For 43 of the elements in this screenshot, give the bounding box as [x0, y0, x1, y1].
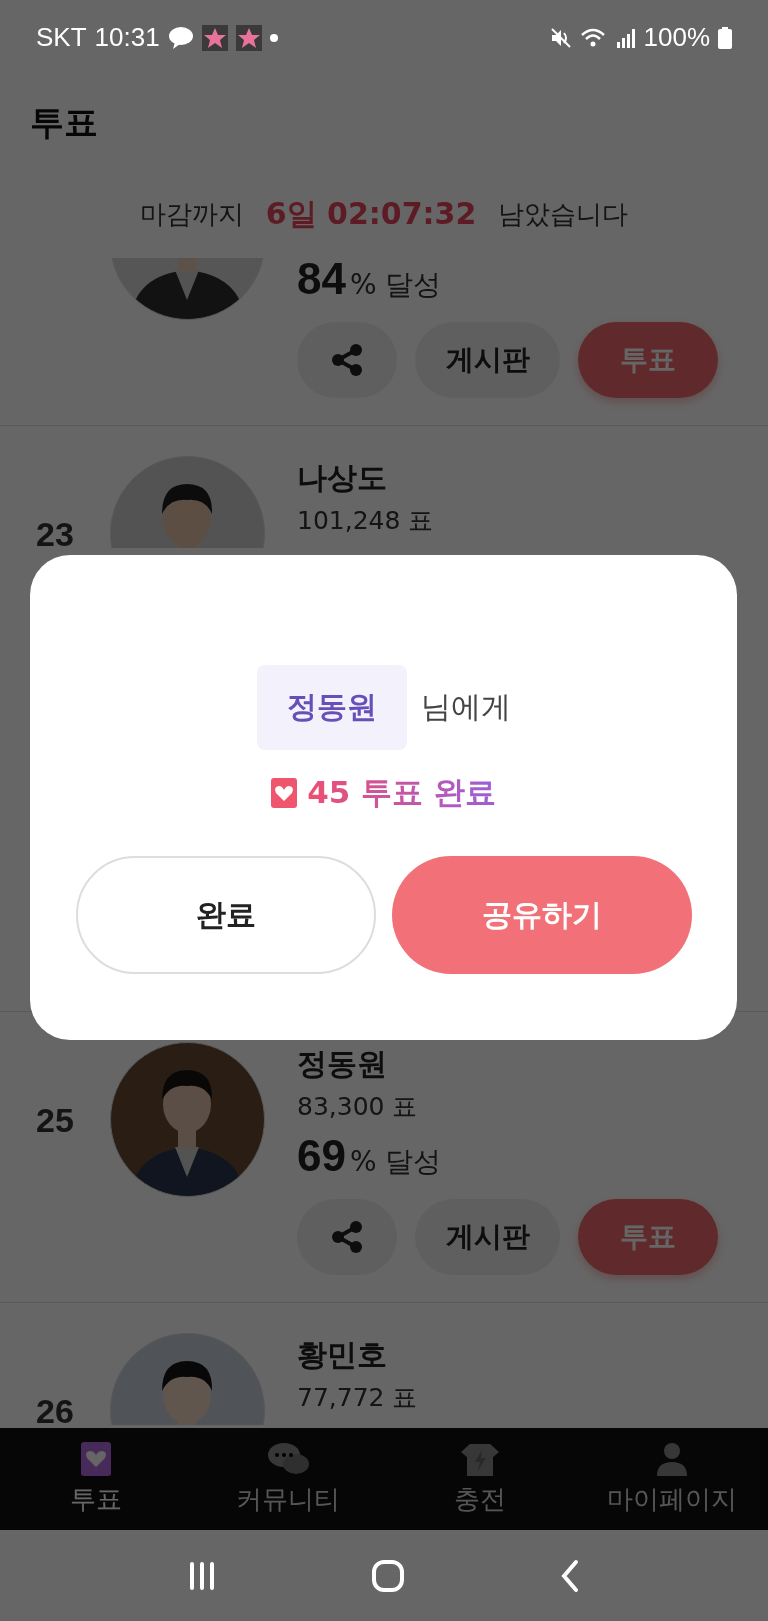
nav-tab[interactable]: 커뮤니티: [192, 1428, 384, 1530]
nav-tab[interactable]: 투표: [0, 1428, 192, 1530]
achievement-label: % 달성: [349, 1144, 442, 1180]
star-app-icon: [235, 24, 262, 51]
signal-icon: [615, 27, 636, 48]
achievement-percent: 84: [297, 258, 346, 304]
share-icon: [330, 343, 364, 377]
star-app-icon: [201, 24, 228, 51]
rank-number: 25: [36, 1101, 74, 1140]
chat-icon: [266, 1441, 310, 1476]
chat-bubble-icon: [167, 25, 194, 50]
mute-icon: [549, 26, 572, 49]
done-button[interactable]: 완료: [75, 856, 376, 974]
candidate-name: 황민호: [297, 1336, 388, 1374]
rank-number: 23: [36, 515, 74, 554]
candidate-name: 정동원: [297, 1045, 388, 1083]
share-icon: [330, 1220, 364, 1254]
carrier: SKT: [36, 22, 87, 53]
home-icon[interactable]: [371, 1558, 405, 1593]
recipient-label: 님에게: [420, 688, 511, 726]
page-title: 투표: [30, 100, 98, 144]
countdown-label: 마감까지: [139, 197, 244, 231]
battery-percent: 100%: [643, 22, 710, 53]
share-button[interactable]: 공유하기: [391, 856, 692, 974]
countdown-time: 6일 02:07:32: [265, 194, 477, 233]
recipient-name: 정동원: [256, 665, 407, 750]
person-icon: [656, 1441, 688, 1476]
vote-count: 77,772 표: [297, 1381, 419, 1414]
vote-count: 83,300 표: [297, 1090, 419, 1123]
nav-tab[interactable]: 충전: [384, 1428, 576, 1530]
board-button[interactable]: 게시판: [415, 322, 560, 398]
rank-number: 26: [36, 1392, 74, 1428]
dot-icon: [269, 33, 278, 42]
candidate-name: 나상도: [297, 459, 388, 497]
achievement-percent: 69: [297, 1131, 346, 1181]
board-button[interactable]: 게시판: [415, 1199, 560, 1275]
countdown-label: 남았습니다: [498, 197, 629, 231]
battery-icon: [718, 26, 732, 49]
clock: 10:31: [94, 22, 160, 53]
achievement-label: % 달성: [349, 267, 442, 303]
vote-count: 101,248 표: [297, 504, 435, 537]
nav-tab[interactable]: 마이페이지: [576, 1428, 768, 1530]
shirt-bolt-icon: [460, 1441, 500, 1476]
